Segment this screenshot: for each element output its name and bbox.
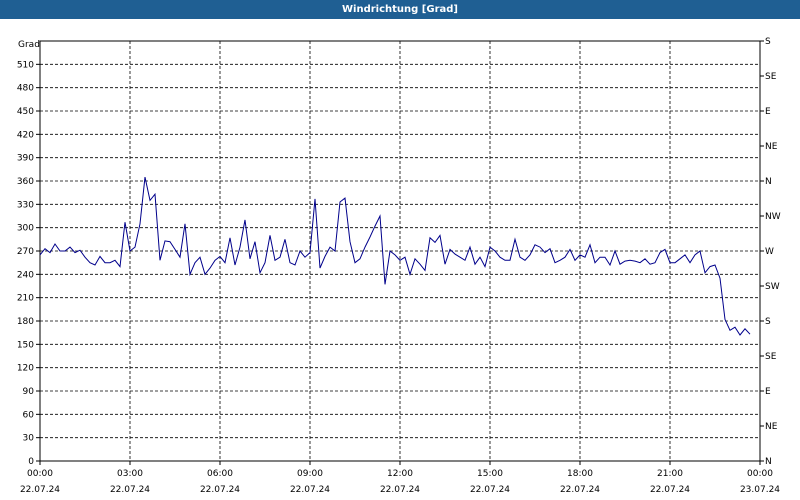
right-tick-label: SE [765, 72, 777, 82]
left-tick-label: 180 [17, 317, 34, 327]
x-tick-date-label: 22.07.24 [470, 485, 510, 495]
right-tick-label: E [765, 387, 771, 397]
left-tick-label: 420 [17, 130, 34, 140]
right-tick-label: S [765, 37, 771, 47]
x-tick-time-label: 09:00 [297, 469, 323, 479]
wind-direction-chart: 0 30 60 90 120 150 180 210 240 270 300 330 360 390 420… [17, 37, 781, 495]
x-tick-date-label: 22.07.24 [290, 485, 330, 495]
left-tick-label: 270 [17, 247, 34, 257]
left-tick-label: 90 [23, 387, 35, 397]
x-tick-time-label: 18:00 [567, 469, 593, 479]
left-tick-label: 390 [17, 154, 34, 164]
x-tick-date-label: 22.07.24 [380, 485, 420, 495]
right-axis: N NE E SE S SW W NW N NE E SE S [760, 37, 781, 467]
x-tick-time-label: 03:00 [117, 469, 143, 479]
right-tick-label: N [765, 457, 772, 467]
left-tick-label: 120 [17, 364, 34, 374]
right-tick-label: NE [765, 142, 778, 152]
right-tick-label: E [765, 107, 771, 117]
right-tick-label: S [765, 317, 771, 327]
x-tick-date-label: 23.07.24 [740, 485, 780, 495]
x-tick-time-label: 21:00 [657, 469, 683, 479]
left-tick-label: 480 [17, 84, 34, 94]
x-tick-time-label: 00:00 [747, 469, 773, 479]
x-axis: 00:00 22.07.24 03:00 22.07.24 06:00 22.07.24 0… [20, 461, 780, 495]
x-tick-time-label: 15:00 [477, 469, 503, 479]
left-tick-label: 360 [17, 177, 34, 187]
left-tick-label: 300 [17, 224, 34, 234]
right-tick-label: NE [765, 422, 778, 432]
left-axis: 0 30 60 90 120 150 180 210 240 270 300 330 360 390 420… [17, 60, 40, 467]
left-tick-label: 210 [17, 294, 34, 304]
left-tick-label: 0 [28, 457, 34, 467]
x-tick-time-label: 12:00 [387, 469, 413, 479]
x-tick-time-label: 06:00 [207, 469, 233, 479]
x-tick-date-label: 22.07.24 [200, 485, 240, 495]
left-tick-label: 450 [17, 107, 34, 117]
left-tick-label: 30 [23, 434, 35, 444]
chart-title: Windrichtung [Grad] [0, 0, 800, 19]
right-tick-label: W [765, 247, 774, 257]
x-tick-date-label: 22.07.24 [650, 485, 690, 495]
left-tick-label: 240 [17, 270, 34, 280]
right-tick-label: SE [765, 352, 777, 362]
x-tick-time-label: 00:00 [27, 469, 53, 479]
right-tick-label: NW [765, 212, 781, 222]
x-tick-date-label: 22.07.24 [20, 485, 60, 495]
right-tick-label: SW [765, 282, 780, 292]
x-tick-date-label: 22.07.24 [560, 485, 600, 495]
right-tick-label: N [765, 177, 772, 187]
left-tick-label: 60 [23, 410, 35, 420]
left-tick-label: 150 [17, 340, 34, 350]
left-tick-label: 510 [17, 60, 34, 70]
left-tick-label: 330 [17, 200, 34, 210]
x-tick-date-label: 22.07.24 [110, 485, 150, 495]
y-axis-label: Grad [18, 40, 40, 50]
